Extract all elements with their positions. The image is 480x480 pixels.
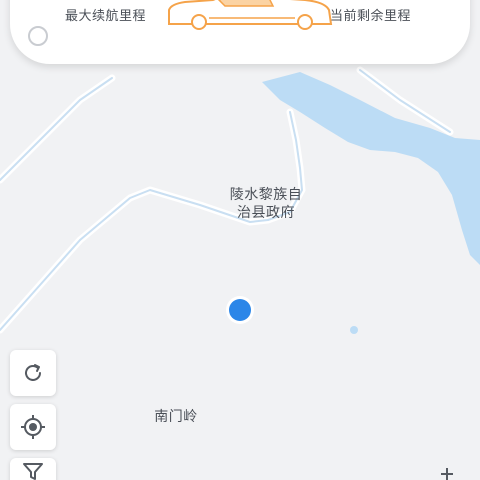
remaining-range-label: 当前剩余里程	[330, 9, 412, 24]
map-label-government: 陵水黎族自 治县政府	[224, 186, 308, 222]
current-location-marker	[226, 296, 254, 324]
zoom-in-icon[interactable]	[440, 466, 454, 480]
crosshair-icon	[21, 415, 45, 439]
range-panel: 最大续航里程 当前剩余里程	[10, 0, 470, 64]
map-label-government-line2: 治县政府	[237, 205, 295, 221]
map-label-government-line1: 陵水黎族自	[229, 187, 303, 203]
refresh-icon	[25, 364, 41, 381]
locate-button[interactable]	[10, 404, 56, 450]
river	[262, 72, 480, 265]
car-icon	[168, 0, 333, 30]
panel-toggle-handle[interactable]	[28, 26, 48, 46]
map-app: 陵水黎族自 治县政府 南门岭 最大续航里程 当前剩余里程	[0, 0, 480, 480]
map-label-nanmenling: 南门岭	[154, 409, 198, 425]
map-canvas[interactable]	[0, 0, 480, 480]
max-range-label: 最大续航里程	[65, 9, 147, 24]
pond	[350, 326, 358, 334]
filter-button[interactable]	[10, 458, 56, 480]
filter-icon	[23, 463, 43, 480]
refresh-button[interactable]	[10, 350, 56, 396]
